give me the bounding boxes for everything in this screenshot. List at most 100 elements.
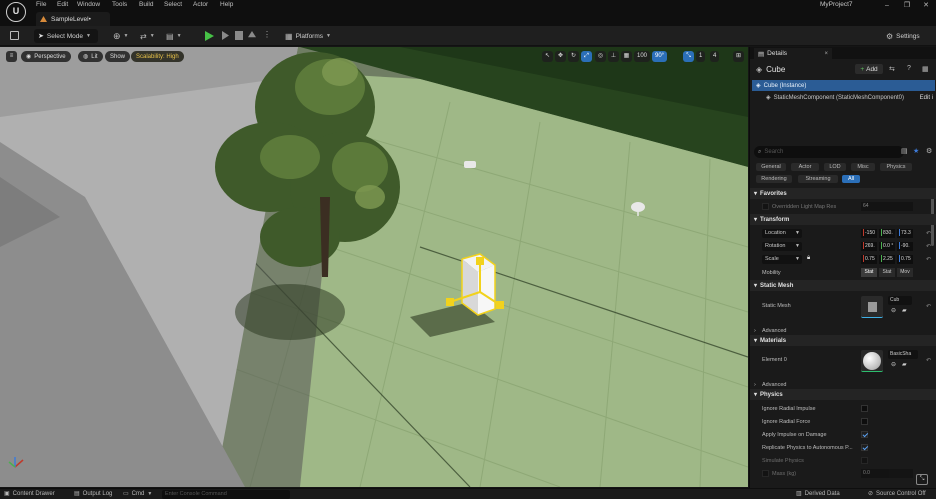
- step-icon[interactable]: [222, 31, 229, 40]
- minimize-icon[interactable]: –: [878, 0, 896, 12]
- close-icon[interactable]: ×: [824, 51, 828, 57]
- rotate-tool-icon[interactable]: ↻: [568, 51, 579, 62]
- blueprint-convert-icon[interactable]: ⇆: [889, 65, 895, 73]
- platforms-dropdown[interactable]: ▦ Platforms ▼: [285, 29, 331, 43]
- lit-button[interactable]: ◍ Lit: [78, 51, 103, 62]
- filter-streaming[interactable]: Streaming: [798, 175, 838, 183]
- select-mode-dropdown[interactable]: ➤ Select Mode ▼: [34, 29, 98, 43]
- rotation-snap-value[interactable]: 90°: [652, 51, 668, 62]
- menu-window[interactable]: Window: [77, 0, 100, 10]
- folder-icon[interactable]: ▰: [902, 307, 907, 314]
- filter-actor[interactable]: Actor: [791, 163, 819, 171]
- unreal-logo-icon[interactable]: U: [6, 2, 26, 22]
- show-button[interactable]: Show: [105, 51, 131, 62]
- grid-snap-value[interactable]: 100: [634, 51, 651, 62]
- translate-tool-icon[interactable]: ✥: [555, 51, 566, 62]
- favorites-star-icon[interactable]: ★: [913, 147, 919, 155]
- location-z-field[interactable]: 73.3: [897, 229, 913, 238]
- section-transform[interactable]: ▾ Transform: [750, 214, 936, 225]
- static-mesh-asset-dropdown[interactable]: Cub: [888, 296, 912, 305]
- section-static-mesh[interactable]: ▾ Static Mesh: [750, 280, 936, 291]
- browse-icon[interactable]: ⊖: [891, 361, 896, 368]
- camera-speed-value[interactable]: 4: [710, 51, 720, 62]
- table-view-icon[interactable]: ▤: [901, 147, 908, 155]
- grid-snap-icon[interactable]: ▦: [621, 51, 632, 62]
- settings-button[interactable]: ⚙ Settings: [886, 29, 920, 43]
- location-y-field[interactable]: 830.: [879, 229, 895, 238]
- menu-actor[interactable]: Actor: [193, 0, 208, 10]
- eject-icon[interactable]: [248, 31, 256, 38]
- reset-icon[interactable]: ↶: [926, 357, 931, 364]
- stop-icon[interactable]: [235, 31, 243, 40]
- replicate-physics-checkbox[interactable]: [861, 444, 868, 451]
- details-tab[interactable]: ▤ Details ×: [754, 48, 832, 59]
- menu-build[interactable]: Build: [139, 0, 153, 10]
- more-options-icon[interactable]: ⋮: [263, 30, 271, 39]
- ignore-radial-force-checkbox[interactable]: [861, 418, 868, 425]
- add-component-button[interactable]: + Add: [855, 64, 883, 74]
- browse-icon[interactable]: ⊖: [891, 307, 896, 314]
- menu-file[interactable]: File: [36, 0, 46, 10]
- maximize-icon[interactable]: ❐: [898, 0, 916, 12]
- source-control-button[interactable]: ⊘ Source Control Off: [868, 490, 926, 498]
- menu-edit[interactable]: Edit: [57, 0, 68, 10]
- section-favorites[interactable]: ▾ Favorites: [750, 188, 936, 199]
- menu-help[interactable]: Help: [220, 0, 233, 10]
- perspective-button[interactable]: ◉ Perspective: [21, 51, 71, 62]
- location-x-field[interactable]: -150: [861, 229, 877, 238]
- scale-x-field[interactable]: 0.75: [861, 255, 877, 264]
- reset-icon[interactable]: ↶: [926, 243, 931, 250]
- menu-tools[interactable]: Tools: [112, 0, 127, 10]
- component-row-instance[interactable]: ◈ Cube (Instance): [752, 80, 935, 91]
- filter-physics[interactable]: Physics: [880, 163, 912, 171]
- derived-data-button[interactable]: ▥ Derived Data: [796, 490, 840, 498]
- menu-select[interactable]: Select: [164, 0, 182, 10]
- override-checkbox[interactable]: [762, 203, 769, 210]
- scalability-button[interactable]: Scalability: High: [131, 51, 184, 62]
- rotation-y-field[interactable]: 0.0 °: [879, 242, 895, 251]
- filter-rendering[interactable]: Rendering: [756, 175, 792, 183]
- ignore-radial-impulse-checkbox[interactable]: [861, 405, 868, 412]
- add-content-button[interactable]: ⊕ ▼: [113, 29, 129, 43]
- rotation-z-field[interactable]: -90.: [897, 242, 913, 251]
- folder-icon[interactable]: ▰: [902, 361, 907, 368]
- scale-z-field[interactable]: 0.75: [897, 255, 913, 264]
- reset-icon[interactable]: ↶: [926, 256, 931, 263]
- scale-snap-value[interactable]: 1: [696, 51, 706, 62]
- blueprint-button[interactable]: ⇄ ▼: [140, 29, 155, 43]
- viewport-menu-icon[interactable]: ≡: [6, 51, 17, 62]
- output-log-button[interactable]: ▤ Output Log: [74, 490, 112, 498]
- mass-field[interactable]: 0.0: [861, 469, 913, 478]
- world-local-icon[interactable]: ◎: [595, 51, 606, 62]
- console-command-input[interactable]: Enter Console Command: [162, 490, 290, 499]
- filter-general[interactable]: General: [756, 163, 786, 171]
- apply-impulse-checkbox[interactable]: [861, 431, 868, 438]
- save-icon[interactable]: [10, 31, 19, 40]
- filter-misc[interactable]: Misc: [851, 163, 875, 171]
- close-window-icon[interactable]: ✕: [917, 0, 935, 12]
- static-mesh-thumbnail[interactable]: [861, 296, 883, 318]
- level-tab[interactable]: SampleLevel•: [36, 12, 110, 26]
- mobility-stationary[interactable]: Stat: [879, 268, 895, 277]
- surface-snap-icon[interactable]: ⊥: [608, 51, 619, 62]
- section-physics[interactable]: ▾ Physics: [750, 389, 936, 400]
- pin-panel-icon[interactable]: ⤡: [916, 474, 928, 485]
- material-thumbnail[interactable]: [861, 350, 883, 372]
- reset-icon[interactable]: ↶: [926, 230, 931, 237]
- maximize-viewport-icon[interactable]: ⊞: [733, 51, 744, 62]
- lock-icon[interactable]: 🔒︎: [807, 255, 810, 262]
- component-row-mesh[interactable]: ◈ StaticMeshComponent (StaticMeshCompone…: [752, 92, 935, 103]
- scale-snap-icon[interactable]: ⤡: [683, 51, 694, 62]
- mobility-static[interactable]: Stat: [861, 268, 877, 277]
- mass-override-checkbox[interactable]: [762, 470, 769, 477]
- filter-all[interactable]: All: [842, 175, 860, 183]
- content-drawer-button[interactable]: ▣ Content Drawer: [4, 490, 55, 498]
- rotation-x-field[interactable]: 269.: [861, 242, 877, 251]
- details-search-input[interactable]: ⌕ Search: [754, 146, 904, 158]
- simulate-physics-checkbox[interactable]: [861, 457, 868, 464]
- help-icon[interactable]: ?: [907, 65, 911, 72]
- scale-y-field[interactable]: 2.25: [879, 255, 895, 264]
- mobility-movable[interactable]: Mov: [897, 268, 913, 277]
- play-icon[interactable]: [205, 31, 214, 41]
- filter-lod[interactable]: LOD: [824, 163, 846, 171]
